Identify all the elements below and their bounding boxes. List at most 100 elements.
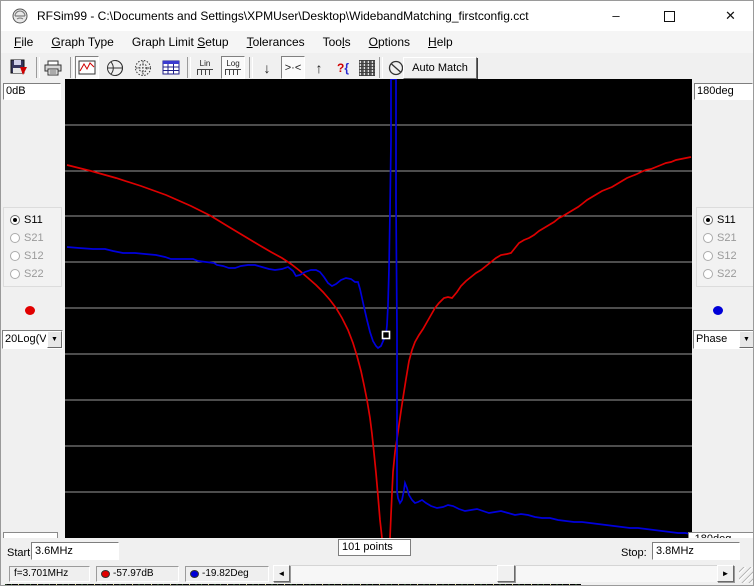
right-sparam-group: S11 S21 S12 S22 bbox=[696, 207, 754, 287]
save-button[interactable] bbox=[7, 56, 31, 79]
no-entry-icon bbox=[388, 60, 404, 76]
chevron-down-icon[interactable]: ▼ bbox=[47, 331, 62, 348]
marker-scrollbar-thumb[interactable] bbox=[497, 565, 515, 582]
narrow-span-icon: >·< bbox=[285, 61, 302, 75]
log-ruler-icon bbox=[225, 69, 241, 75]
radio-s21: S21 bbox=[703, 230, 737, 246]
radio-s11[interactable]: S11 bbox=[703, 212, 736, 228]
floppy-export-icon bbox=[10, 59, 28, 76]
radio-s12: S12 bbox=[703, 248, 737, 264]
auto-match-button[interactable]: Auto Match bbox=[403, 57, 477, 79]
menu-graph-limit-setup[interactable]: Graph Limit Setup bbox=[123, 31, 238, 53]
marker-frequency-panel: f=3.701MHz bbox=[9, 566, 90, 582]
log-scale-button[interactable]: Log bbox=[221, 56, 245, 79]
radio-circle-icon bbox=[703, 269, 713, 279]
start-frequency-input[interactable]: 3.6MHz bbox=[31, 542, 119, 560]
radio-label: S12 bbox=[717, 250, 737, 262]
radio-circle-icon bbox=[10, 251, 20, 261]
radio-s22: S22 bbox=[703, 266, 737, 282]
radio-circle-icon[interactable] bbox=[703, 215, 713, 225]
rectangular-graph-button[interactable] bbox=[75, 56, 99, 79]
radio-s22: S22 bbox=[10, 266, 44, 282]
marker-degrees-value: -19.82Deg bbox=[202, 567, 249, 581]
frequency-marker[interactable] bbox=[383, 332, 390, 339]
arrow-up-icon: ↑ bbox=[316, 61, 323, 75]
smith-chart-icon bbox=[106, 59, 124, 77]
radio-s21: S21 bbox=[10, 230, 44, 246]
question-brace-icon: ?{ bbox=[337, 61, 349, 75]
window-title: RFSim99 - C:\Documents and Settings\XPMU… bbox=[37, 1, 529, 31]
stop-label: Stop: bbox=[621, 547, 647, 559]
toolbar-separator bbox=[187, 57, 191, 78]
start-label: Start: bbox=[7, 547, 33, 559]
marker-frequency-value: f=3.701MHz bbox=[14, 567, 68, 581]
shift-down-button[interactable]: ↓ bbox=[255, 56, 279, 79]
close-icon: ✕ bbox=[725, 8, 736, 23]
shift-up-button[interactable]: ↑ bbox=[307, 56, 331, 79]
radio-label: S22 bbox=[24, 268, 44, 280]
chevron-down-icon[interactable]: ▼ bbox=[739, 331, 754, 348]
maximize-button[interactable] bbox=[647, 1, 691, 31]
radio-label: S21 bbox=[717, 232, 737, 244]
radio-circle-icon bbox=[10, 269, 20, 279]
narrow-span-button[interactable]: >·< bbox=[281, 56, 305, 79]
stop-frequency-input[interactable]: 3.8MHz bbox=[652, 542, 740, 560]
linear-ruler-icon bbox=[197, 69, 213, 75]
graph-icon bbox=[78, 60, 96, 75]
radio-label: S22 bbox=[717, 268, 737, 280]
right-scale-combobox[interactable]: Phase ▼ bbox=[693, 330, 754, 349]
radio-s12: S12 bbox=[10, 248, 44, 264]
radio-label: S11 bbox=[24, 214, 43, 226]
left-trace-color-dot bbox=[25, 306, 35, 315]
table-button[interactable] bbox=[159, 56, 183, 79]
radio-label: S12 bbox=[24, 250, 44, 262]
menu-file[interactable]: File bbox=[5, 31, 42, 53]
marker-db-panel: -57.97dB bbox=[96, 566, 179, 582]
titlebar: RFSim99 - C:\Documents and Settings\XPMU… bbox=[1, 1, 754, 31]
polar-chart-icon bbox=[134, 59, 152, 77]
lin-label: Lin bbox=[200, 60, 211, 68]
polar-chart-button[interactable] bbox=[131, 56, 155, 79]
left-scale-combobox[interactable]: 20Log(V) ▼ bbox=[2, 330, 63, 349]
radio-circle-icon[interactable] bbox=[10, 215, 20, 225]
linear-scale-button[interactable]: Lin bbox=[193, 56, 217, 79]
log-label: Log bbox=[226, 60, 239, 68]
points-input[interactable]: 101 points bbox=[338, 539, 411, 556]
menu-options[interactable]: Options bbox=[360, 31, 419, 53]
noise-analysis-button[interactable] bbox=[355, 56, 379, 79]
marker-degrees-panel: -19.82Deg bbox=[185, 566, 269, 582]
resize-grip[interactable] bbox=[739, 567, 754, 583]
print-button[interactable] bbox=[41, 56, 65, 79]
scroll-right-button[interactable]: ► bbox=[717, 565, 734, 582]
toolbar-separator bbox=[70, 57, 74, 78]
blue-trace-dot-icon bbox=[190, 570, 199, 578]
rfsim99-window: RFSim99 - C:\Documents and Settings\XPMU… bbox=[0, 0, 754, 586]
toolbar: Lin Log ↓ >·< ↑ ?{ bbox=[1, 53, 754, 82]
toolbar-separator bbox=[36, 57, 40, 78]
component-values-button[interactable]: ?{ bbox=[331, 56, 355, 79]
smith-chart-button[interactable] bbox=[103, 56, 127, 79]
minimize-icon: – bbox=[612, 8, 619, 23]
minimize-button[interactable]: – bbox=[594, 1, 638, 31]
menu-tolerances[interactable]: Tolerances bbox=[238, 31, 314, 53]
right-top-limit-box[interactable]: 180deg bbox=[694, 83, 753, 100]
scroll-left-button[interactable]: ◄ bbox=[273, 565, 290, 582]
right-scale-value: Phase bbox=[696, 332, 738, 347]
radio-circle-icon bbox=[10, 233, 20, 243]
left-sparam-group: S11 S21 S12 S22 bbox=[3, 207, 62, 287]
radio-label: S11 bbox=[717, 214, 736, 226]
maximize-icon bbox=[664, 11, 675, 22]
left-top-limit-box[interactable]: 0dB bbox=[3, 83, 61, 100]
menu-tools[interactable]: Tools bbox=[314, 31, 360, 53]
close-button[interactable]: ✕ bbox=[706, 1, 754, 31]
marker-db-value: -57.97dB bbox=[113, 567, 154, 581]
right-trace-color-dot bbox=[713, 306, 723, 315]
menu-help[interactable]: Help bbox=[419, 31, 462, 53]
graph-svg[interactable] bbox=[65, 79, 692, 538]
printer-icon bbox=[44, 60, 62, 76]
radio-label: S21 bbox=[24, 232, 44, 244]
menu-graph-type[interactable]: Graph Type bbox=[42, 31, 123, 53]
radio-s11[interactable]: S11 bbox=[10, 212, 43, 228]
menubar: FileGraph TypeGraph Limit SetupTolerance… bbox=[1, 31, 754, 53]
arrow-down-icon: ↓ bbox=[264, 61, 271, 75]
